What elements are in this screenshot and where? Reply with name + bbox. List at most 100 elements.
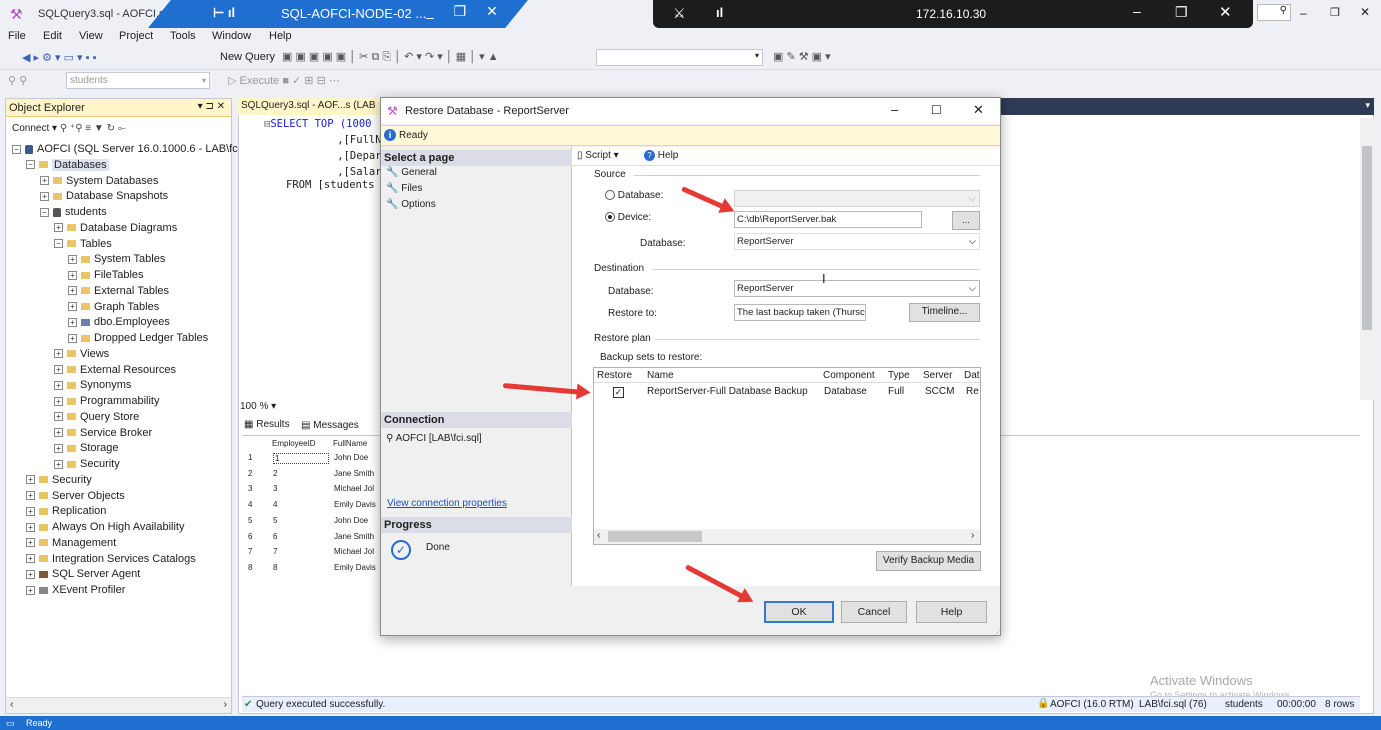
scroll-right-icon[interactable]: › (971, 530, 974, 541)
tree-node[interactable]: + System Databases (40, 174, 158, 189)
help-button[interactable]: Help (916, 601, 987, 623)
remote-window-controls[interactable]: _ ❐ ✕ (426, 3, 506, 20)
tree-node[interactable]: − students (40, 205, 107, 220)
tree-node[interactable]: + Graph Tables (68, 300, 159, 315)
collapse-icon[interactable]: − (26, 160, 35, 170)
tree-node[interactable]: + Database Snapshots (40, 189, 168, 204)
page-general[interactable]: 🔧 General (386, 167, 437, 178)
expand-icon[interactable]: + (54, 380, 63, 390)
tree-node[interactable]: + Query Store (54, 410, 139, 425)
expand-icon[interactable]: + (26, 522, 35, 532)
source-db-select[interactable]: ReportServer ⌵ (734, 233, 980, 250)
col-date[interactable]: Dat (964, 370, 980, 381)
messages-tab[interactable]: ▤ Messages (301, 420, 359, 431)
expand-icon[interactable]: + (40, 176, 49, 186)
tree-node[interactable]: + Integration Services Catalogs (26, 552, 196, 567)
device-path-field[interactable]: C:\db\ReportServer.bak (734, 211, 922, 228)
expand-icon[interactable]: + (26, 554, 35, 564)
grid-cell-fullname[interactable]: Emily Davis (334, 500, 376, 509)
grid-cell-employeeid[interactable]: 3 (273, 484, 277, 493)
menu-project[interactable]: Project (119, 30, 153, 42)
menu-view[interactable]: View (79, 30, 103, 42)
collapse-icon[interactable]: − (40, 207, 49, 217)
solution-config-combo[interactable]: ▾ (596, 49, 763, 66)
tree-node[interactable]: + Views (54, 347, 109, 362)
grid-row-number[interactable]: 3 (248, 484, 252, 493)
grid-cell-fullname[interactable]: Jane Smith (334, 469, 374, 478)
grid-row-number[interactable]: 1 (248, 453, 252, 462)
tree-node[interactable]: − Databases (26, 158, 109, 173)
dialog-maximize-button[interactable]: ☐ (931, 103, 942, 117)
page-files[interactable]: 🔧 Files (386, 183, 422, 194)
query-tools-icons[interactable]: ▣ ▣ ▣ ▣ ▣ │ ✂ ⧉ ⎘ │ ↶ ▾ ↷ ▾ │ ▦ │ ▾ ▲ (282, 50, 499, 64)
tree-node[interactable]: + Replication (26, 504, 106, 519)
quick-search-icon[interactable]: ⚲ (1257, 4, 1291, 21)
sql-code[interactable]: ⊟SELECT TOP (1000 ,[FullName ,[Departmen… (238, 116, 407, 401)
expand-icon[interactable]: + (26, 475, 35, 485)
expand-icon[interactable]: + (54, 428, 63, 438)
tree-node[interactable]: + Security (54, 457, 120, 472)
menu-edit[interactable]: Edit (43, 30, 62, 42)
maximize-button[interactable]: ❐ (1330, 6, 1340, 19)
restore-to-field[interactable]: The last backup taken (Thursc (734, 304, 866, 321)
expand-icon[interactable]: + (26, 569, 35, 579)
panel-pin-icon[interactable]: ▾ ⊐ ✕ (198, 101, 225, 112)
col-type[interactable]: Type (888, 370, 910, 381)
grid-row-number[interactable]: 2 (248, 469, 252, 478)
new-query-button[interactable]: New Query (220, 51, 275, 63)
tree-node[interactable]: + Database Diagrams (54, 221, 177, 236)
tree-node[interactable]: + FileTables (68, 268, 144, 283)
grid-cell-fullname[interactable]: Jane Smith (334, 532, 374, 541)
execute-button[interactable]: ▷ Execute ■ ✓ ⊞ ⊟ ⋯ (228, 74, 340, 87)
pin-icon[interactable]: ⊢ ıl (213, 5, 235, 21)
collapse-icon[interactable]: − (12, 144, 21, 154)
grid-cell-employeeid[interactable]: 4 (273, 500, 277, 509)
rdp-minimize-button[interactable]: – (1133, 3, 1141, 19)
rdp-close-button[interactable]: ✕ (1219, 3, 1232, 21)
tree-node[interactable]: + External Tables (68, 284, 169, 299)
dialog-close-button[interactable]: ✕ (973, 102, 984, 118)
expand-icon[interactable]: + (26, 538, 35, 548)
rdp-restore-button[interactable]: ❐ (1175, 4, 1188, 21)
table-scroll-thumb[interactable] (608, 531, 702, 542)
oe-horizontal-scrollbar[interactable]: ‹ › (6, 697, 231, 713)
source-database-combo[interactable]: ⌵ (734, 190, 980, 207)
tree-node[interactable]: + Always On High Availability (26, 520, 184, 535)
cancel-button[interactable]: Cancel (841, 601, 907, 623)
nav-back-icon[interactable]: ◀ ▸ ⚙ ▾ ▭ ▾ ▪ ▪ (22, 51, 96, 64)
results-tab[interactable]: ▦ Results (244, 419, 290, 430)
menu-window[interactable]: Window (212, 30, 251, 42)
tree-node[interactable]: + SQL Server Agent (26, 567, 140, 582)
resize-grip-icon[interactable]: ⋰ (994, 629, 1001, 637)
tree-node[interactable]: + Server Objects (26, 489, 125, 504)
tree-node[interactable]: + Storage (54, 441, 119, 456)
grid-cell-employeeid[interactable]: 8 (273, 563, 277, 572)
expand-icon[interactable]: + (54, 223, 63, 233)
expand-icon[interactable]: + (68, 302, 77, 312)
tree-node[interactable]: + dbo.Employees (68, 315, 170, 330)
grid-cell-employeeid[interactable]: 7 (273, 547, 277, 556)
zoom-level[interactable]: 100 % ▾ (240, 401, 300, 415)
results-grid[interactable]: EmployeeID FullName 1 1 John Doe 2 2 Jane Smith… (244, 437, 384, 572)
expand-icon[interactable]: + (68, 286, 77, 296)
tree-node[interactable]: + System Tables (68, 252, 165, 267)
tree-node[interactable]: + Programmability (54, 394, 159, 409)
grid-cell-fullname[interactable]: John Doe (334, 516, 368, 525)
expand-icon[interactable]: + (68, 333, 77, 343)
timeline-button[interactable]: Timeline... (909, 303, 980, 322)
menu-tools[interactable]: Tools (170, 30, 196, 42)
destination-database-select[interactable]: ReportServer ⌵ (734, 280, 980, 297)
editor-tab[interactable]: SQLQuery3.sql - AOF...s (LAB (238, 98, 380, 115)
tree-node[interactable]: + XEvent Profiler (26, 583, 125, 598)
grid-row-number[interactable]: 5 (248, 516, 252, 525)
grid-row-number[interactable]: 7 (248, 547, 252, 556)
dialog-minimize-button[interactable]: – (891, 102, 898, 117)
grid-cell-employeeid[interactable]: 2 (273, 469, 277, 478)
expand-icon[interactable]: + (54, 459, 63, 469)
help-link[interactable]: ? Help (644, 150, 678, 161)
expand-icon[interactable]: + (68, 317, 77, 327)
grid-cell-fullname[interactable]: Michael Jol (334, 484, 374, 493)
tree-node[interactable]: + Dropped Ledger Tables (68, 331, 208, 346)
connect-icons[interactable]: ⚲ ⚲ (8, 74, 27, 87)
minimize-button[interactable]: – (1300, 6, 1307, 20)
